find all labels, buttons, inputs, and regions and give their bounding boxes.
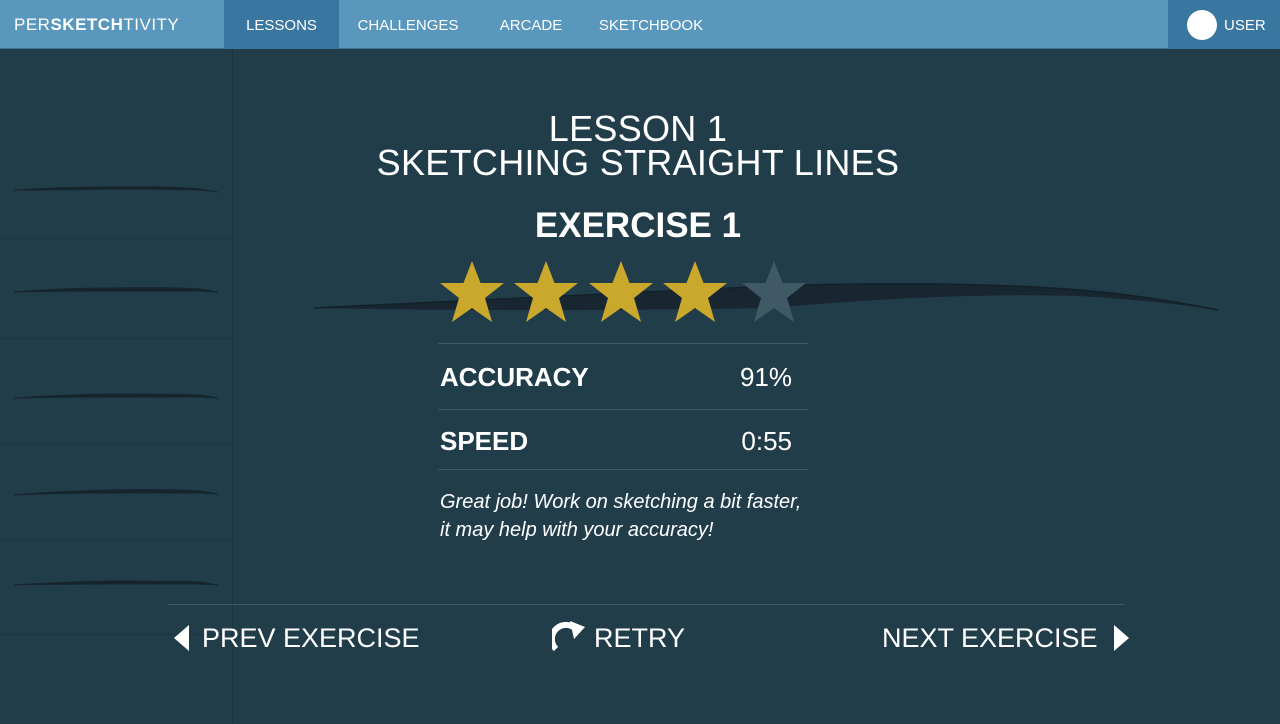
accuracy-row: ACCURACY 91% [438,343,808,409]
next-exercise-button[interactable]: NEXT EXERCISE [882,616,1130,660]
exercise-thumbnail-1[interactable] [0,49,232,239]
nav-tab-challenges[interactable]: CHALLENGES [339,0,477,49]
lesson-name: SKETCHING STRAIGHT LINES [376,142,900,183]
star-icon [440,261,504,322]
accuracy-label: ACCURACY [440,362,589,392]
nav-tab-sketchbook[interactable]: SKETCHBOOK [585,0,717,49]
star-icon [514,261,578,322]
app-logo[interactable]: PERSKETCHTIVITY [14,0,179,49]
exercise-title: EXERCISE 1 [534,206,742,245]
sketch-stroke-2 [13,287,219,293]
lesson-title: LESSON 1 SKETCHING STRAIGHT LINES [300,108,976,183]
exercise-thumbnail-3[interactable] [0,338,232,445]
star-rating [437,258,817,328]
redo-arrow-icon [552,621,585,651]
caret-left-icon [174,625,189,651]
retry-button[interactable]: RETRY [552,616,685,660]
prev-exercise-button[interactable]: PREV EXERCISE [172,616,420,660]
retry-label: RETRY [594,623,686,653]
lesson-number: LESSON 1 [548,108,728,149]
exercise-thumbnail-4[interactable] [0,444,232,540]
sketch-stroke-1 [13,186,219,193]
next-exercise-label: NEXT EXERCISE [882,623,1098,653]
logo-suffix: TIVITY [123,15,180,34]
user-label: USER [1224,17,1266,34]
avatar[interactable] [1187,10,1217,40]
logo-prefix: PER [14,15,51,34]
top-nav-bar: PERSKETCHTIVITY LESSONS CHALLENGES ARCAD… [0,0,1280,49]
divider [168,604,1124,605]
nav-tab-lessons[interactable]: LESSONS [224,0,339,49]
speed-value: 0:55 [741,426,792,456]
star-empty-icon [742,261,806,322]
accuracy-value: 91% [739,362,792,392]
feedback-message: Great job! Work on sketching a bit faste… [440,491,802,541]
star-icon [589,261,653,322]
prev-exercise-label: PREV EXERCISE [202,623,420,653]
speed-label: SPEED [440,426,529,456]
logo-bold: SKETCH [50,15,124,34]
exercise-thumbnail-2[interactable] [0,238,232,339]
user-menu[interactable]: USER [1168,0,1280,49]
results-table: ACCURACY 91% SPEED 0:55 [438,343,808,470]
sketch-stroke-4 [13,489,219,496]
sketch-stroke-3 [13,393,219,399]
star-icon [663,261,727,322]
nav-tab-arcade[interactable]: ARCADE [477,0,585,49]
caret-right-icon [1113,625,1129,651]
speed-row: SPEED 0:55 [438,409,808,470]
